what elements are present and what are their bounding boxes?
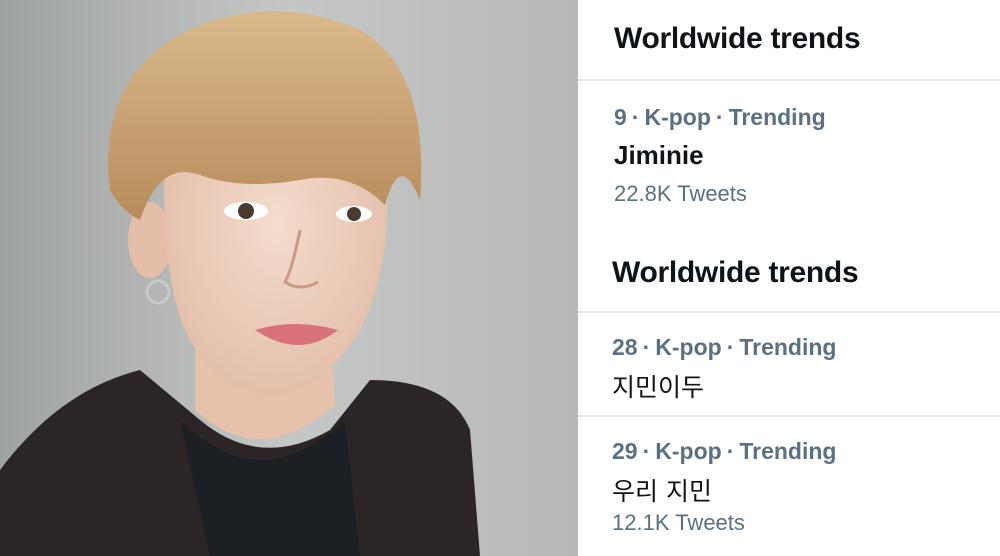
separator: · bbox=[642, 438, 651, 464]
separator: · bbox=[631, 104, 640, 130]
trend-status: Trending bbox=[739, 334, 837, 360]
screenshot-canvas: Worldwide trends 9 · K-pop · Trending Jimini… bbox=[0, 0, 1000, 556]
trend-category: K-pop bbox=[644, 104, 711, 130]
person-photo bbox=[0, 0, 578, 556]
trend-status: Trending bbox=[739, 438, 837, 464]
divider bbox=[578, 79, 1000, 81]
trend-category: K-pop bbox=[655, 438, 722, 464]
trend-tweet-count: 22.8K Tweets bbox=[614, 181, 747, 206]
trend-meta: 29 · K-pop · Trending bbox=[612, 438, 836, 465]
separator: · bbox=[715, 104, 724, 130]
divider bbox=[578, 415, 1000, 417]
trend-rank: 28 bbox=[612, 334, 638, 360]
divider bbox=[578, 311, 1000, 313]
trend-rank: 29 bbox=[612, 438, 638, 464]
trend-rank: 9 bbox=[614, 104, 627, 130]
section-header: Worldwide trends bbox=[612, 256, 859, 289]
trend-name[interactable]: Jiminie bbox=[614, 140, 704, 171]
trend-meta: 28 · K-pop · Trending bbox=[612, 334, 836, 361]
separator: · bbox=[726, 334, 735, 360]
trends-panel: Worldwide trends 9 · K-pop · Trending Jimini… bbox=[578, 0, 1000, 556]
section-header: Worldwide trends bbox=[614, 22, 861, 55]
trend-name[interactable]: 우리 지민 bbox=[612, 472, 712, 508]
trend-meta: 9 · K-pop · Trending bbox=[614, 104, 826, 131]
trend-name[interactable]: 지민이두 bbox=[612, 368, 704, 404]
trend-status: Trending bbox=[728, 104, 826, 130]
trend-tweet-count: 12.1K Tweets bbox=[612, 510, 745, 535]
separator: · bbox=[726, 438, 735, 464]
separator: · bbox=[642, 334, 651, 360]
trend-category: K-pop bbox=[655, 334, 722, 360]
person-illustration bbox=[0, 0, 578, 556]
